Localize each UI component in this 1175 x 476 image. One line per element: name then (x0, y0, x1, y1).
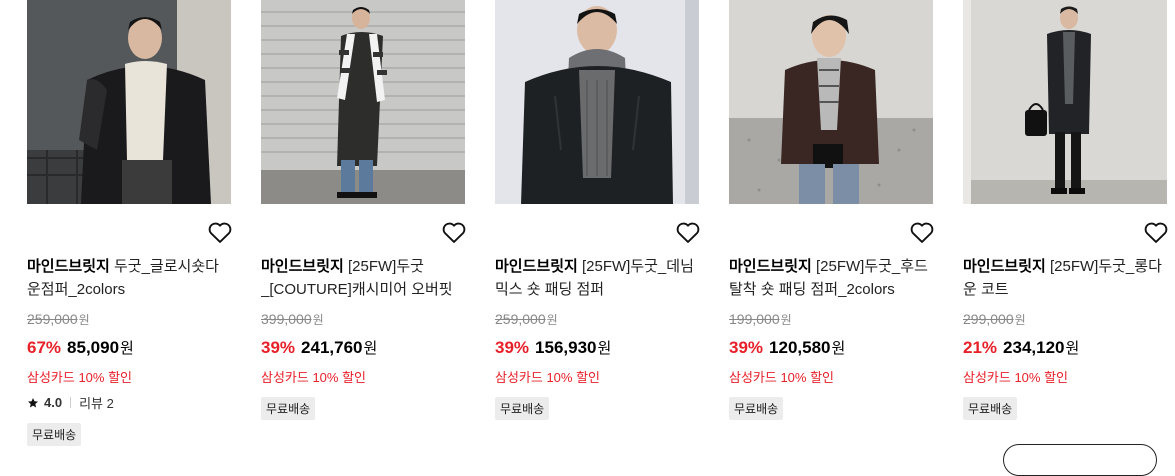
divider (70, 397, 72, 408)
product-card[interactable]: 마인드브릿지 [25FW]두굿_후드 탈착 숏 패딩 점퍼_2colors 19… (729, 0, 934, 420)
currency-unit: 원 (1014, 313, 1026, 327)
rating-row: 4.0 리뷰 2 (27, 393, 114, 412)
original-price-value: 199,000 (729, 311, 780, 327)
more-button[interactable] (1003, 444, 1157, 476)
card-promo: 삼성카드 10% 할인 (261, 370, 367, 385)
original-price: 259,000원 (495, 311, 558, 328)
product-image[interactable] (963, 0, 1167, 204)
product-title[interactable]: 마인드브릿지 [25FW]두굿_롱다운 코트 (963, 255, 1167, 301)
product-title[interactable]: 마인드브릿지 두굿_글로시숏다운점퍼_2colors (27, 255, 231, 301)
sale-price-value: 120,580 (769, 338, 831, 357)
discount-rate: 21% (963, 338, 998, 357)
product-image[interactable] (495, 0, 699, 204)
card-promo: 삼성카드 10% 할인 (729, 370, 835, 385)
discount-rate: 39% (261, 338, 296, 357)
sale-price-value: 234,120 (1003, 338, 1065, 357)
free-shipping-badge: 무료배송 (729, 397, 784, 420)
free-shipping-badge: 무료배송 (495, 397, 550, 420)
product-card[interactable]: 마인드브릿지 두굿_글로시숏다운점퍼_2colors 259,000원 67% 8… (27, 0, 232, 446)
original-price-value: 299,000 (963, 311, 1014, 327)
product-card[interactable]: 마인드브릿지 [25FW]두굿_[COUTURE]캐시미어 오버핏 싱... 3… (261, 0, 466, 420)
wishlist-heart-icon[interactable] (674, 218, 702, 246)
sale-price-value: 156,930 (535, 338, 597, 357)
discount-rate: 67% (27, 338, 62, 357)
currency-unit: 원 (597, 340, 612, 357)
currency-unit: 원 (78, 313, 90, 327)
product-title[interactable]: 마인드브릿지 [25FW]두굿_데님 믹스 숏 패딩 점퍼 (495, 255, 699, 301)
original-price: 259,000원 (27, 311, 90, 328)
product-image[interactable] (729, 0, 933, 204)
currency-unit: 원 (363, 340, 378, 357)
currency-unit: 원 (120, 340, 134, 357)
product-title[interactable]: 마인드브릿지 [25FW]두굿_후드 탈착 숏 패딩 점퍼_2colors (729, 255, 933, 301)
currency-unit: 원 (831, 340, 846, 357)
sale-price-value: 85,090 (67, 338, 120, 357)
wishlist-heart-icon[interactable] (206, 218, 234, 246)
wishlist-heart-icon[interactable] (908, 218, 936, 246)
original-price-value: 399,000 (261, 311, 312, 327)
discount-rate: 39% (729, 338, 764, 357)
wishlist-heart-icon[interactable] (1142, 218, 1170, 246)
rating-score: 4.0 (44, 395, 63, 410)
product-title[interactable]: 마인드브릿지 [25FW]두굿_[COUTURE]캐시미어 오버핏 싱... (261, 255, 465, 301)
original-price-value: 259,000 (495, 311, 546, 327)
product-card[interactable]: 마인드브릿지 [25FW]두굿_롱다운 코트 299,000원 21% 234,1… (963, 0, 1168, 420)
free-shipping-badge: 무료배송 (27, 423, 82, 446)
sale-price: 67% 85,090원 (27, 337, 134, 358)
currency-unit: 원 (1065, 340, 1080, 357)
brand-name[interactable]: 마인드브릿지 (729, 258, 812, 275)
wishlist-heart-icon[interactable] (440, 218, 468, 246)
brand-name[interactable]: 마인드브릿지 (495, 258, 578, 275)
star-icon (28, 397, 38, 407)
sale-price: 39% 241,760원 (261, 337, 377, 358)
sale-price-value: 241,760 (301, 338, 363, 357)
card-promo: 삼성카드 10% 할인 (495, 370, 601, 385)
currency-unit: 원 (546, 313, 558, 327)
product-image[interactable] (27, 0, 231, 204)
discount-rate: 39% (495, 338, 530, 357)
sale-price: 39% 120,580원 (729, 337, 845, 358)
brand-name[interactable]: 마인드브릿지 (261, 258, 344, 275)
product-grid: 마인드브릿지 두굿_글로시숏다운점퍼_2colors 259,000원 67% 8… (0, 0, 1175, 476)
card-promo: 삼성카드 10% 할인 (963, 370, 1069, 385)
brand-name[interactable]: 마인드브릿지 (27, 258, 110, 275)
original-price-value: 259,000 (27, 311, 78, 327)
original-price: 199,000원 (729, 311, 792, 328)
brand-name[interactable]: 마인드브릿지 (963, 258, 1046, 275)
card-promo: 삼성카드 10% 할인 (27, 370, 133, 385)
free-shipping-badge: 무료배송 (261, 397, 316, 420)
product-card[interactable]: 마인드브릿지 [25FW]두굿_데님 믹스 숏 패딩 점퍼 259,000원 3… (495, 0, 700, 420)
currency-unit: 원 (780, 313, 792, 327)
sale-price: 21% 234,120원 (963, 337, 1079, 358)
review-count: 리뷰 2 (79, 396, 114, 411)
product-image[interactable] (261, 0, 465, 204)
free-shipping-badge: 무료배송 (963, 397, 1018, 420)
currency-unit: 원 (312, 313, 324, 327)
original-price: 299,000원 (963, 311, 1026, 328)
original-price: 399,000원 (261, 311, 324, 328)
sale-price: 39% 156,930원 (495, 337, 611, 358)
